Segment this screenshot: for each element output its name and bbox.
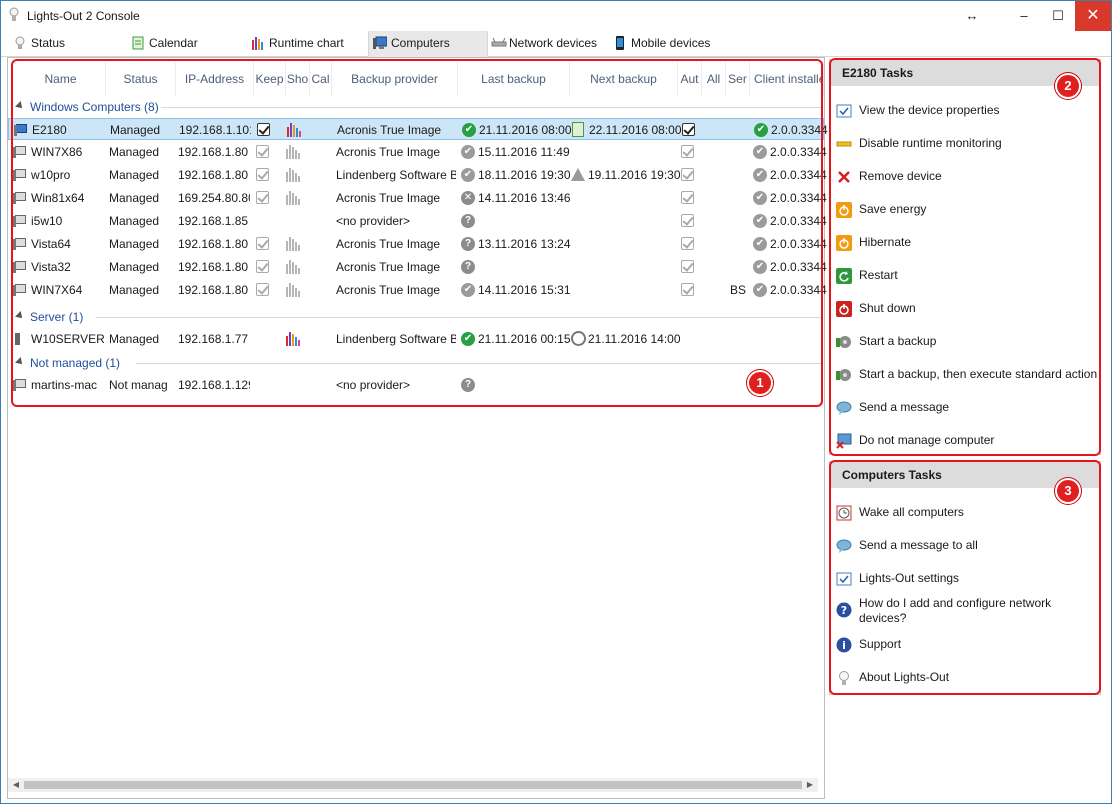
tab-computers-label: Computers [391,36,450,50]
tab-network-devices-label: Network devices [509,36,598,50]
highlight-box-grid [11,59,823,407]
computer-icon [373,36,387,49]
tab-strip: Status Calendar Runtime chart Computers … [1,31,1111,57]
tab-computers[interactable]: Computers [368,31,488,57]
title-bar: Lights-Out 2 Console ↔ – ☐ ✕ [1,1,1111,31]
tab-calendar[interactable]: Calendar [131,31,241,57]
tab-status-label: Status [31,36,66,50]
callout-badge-3: 3 [1055,478,1081,504]
lightbulb-icon [9,7,19,21]
window-title: Lights-Out 2 Console [27,9,140,23]
tab-runtime-chart-label: Runtime chart [269,36,344,50]
bar-chart-icon [252,37,263,50]
lightbulb-icon [15,36,25,49]
tab-calendar-label: Calendar [149,36,198,50]
scroll-left-arrow-icon[interactable]: ◀ [8,778,24,792]
callout-badge-2: 2 [1055,73,1081,99]
mobile-device-icon [616,36,624,50]
tab-mobile-devices-label: Mobile devices [631,36,711,50]
tab-network-devices[interactable]: Network devices [491,31,606,57]
maximize-button[interactable]: ☐ [1041,1,1075,31]
close-button[interactable]: ✕ [1075,1,1111,31]
callout-badge-1: 1 [747,370,773,396]
tab-status[interactable]: Status [13,31,113,57]
highlight-box-device-tasks [829,58,1101,456]
app-window: Lights-Out 2 Console ↔ – ☐ ✕ Status Cale… [0,0,1112,804]
scroll-right-arrow-icon[interactable]: ▶ [802,778,818,792]
calendar-icon [132,36,144,50]
tab-runtime-chart[interactable]: Runtime chart [251,31,366,57]
resize-icon[interactable]: ↔ [957,1,987,31]
horizontal-scrollbar[interactable]: ◀ ▶ [8,778,818,792]
scrollbar-thumb[interactable] [24,781,802,789]
network-device-icon [491,37,507,47]
tab-mobile-devices[interactable]: Mobile devices [613,31,723,57]
minimize-button[interactable]: – [1007,1,1041,31]
